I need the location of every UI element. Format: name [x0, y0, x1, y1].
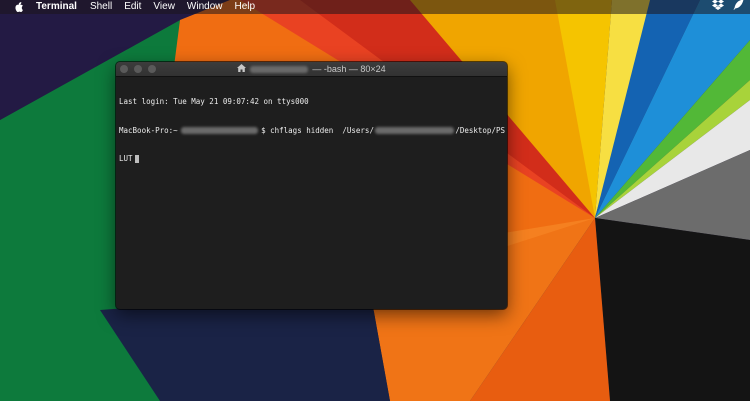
terminal-line: Last login: Tue May 21 09:07:42 on ttys0… [119, 97, 505, 107]
login-text: Last login: Tue May 21 09:07:42 on ttys0… [119, 97, 309, 106]
command-text: $ chflags hidden /Users/ [261, 125, 374, 135]
menu-bar: Terminal Shell Edit View Window Help [0, 0, 750, 14]
continuation-text: LUT [119, 154, 133, 163]
menu-help[interactable]: Help [235, 0, 256, 14]
menu-window[interactable]: Window [187, 0, 223, 14]
window-titlebar[interactable]: — -bash — 80×24 [116, 62, 507, 77]
text-cursor [134, 154, 139, 163]
window-title-text: — -bash — 80×24 [312, 64, 386, 74]
redacted-path [374, 126, 455, 134]
prompt-host: MacBook-Pro:~ [119, 125, 178, 135]
redacted-username [250, 65, 309, 73]
apple-logo-icon[interactable] [13, 0, 25, 14]
terminal-window[interactable]: — -bash — 80×24 Last login: Tue May 21 0… [116, 62, 507, 309]
feather-icon[interactable] [733, 0, 744, 15]
window-title: — -bash — 80×24 [116, 62, 507, 76]
terminal-content[interactable]: Last login: Tue May 21 09:07:42 on ttys0… [116, 77, 507, 309]
menu-view[interactable]: View [153, 0, 175, 14]
menu-edit[interactable]: Edit [124, 0, 141, 14]
redacted-user [180, 126, 259, 134]
terminal-line: MacBook-Pro:~ $ chflags hidden /Users/ /De… [119, 126, 505, 136]
home-icon [237, 64, 247, 74]
terminal-line: LUT [119, 154, 505, 164]
dropbox-icon[interactable] [712, 0, 724, 15]
menu-shell[interactable]: Shell [90, 0, 112, 14]
path-suffix: /Desktop/PS [455, 125, 505, 135]
menu-app-name[interactable]: Terminal [36, 0, 77, 14]
